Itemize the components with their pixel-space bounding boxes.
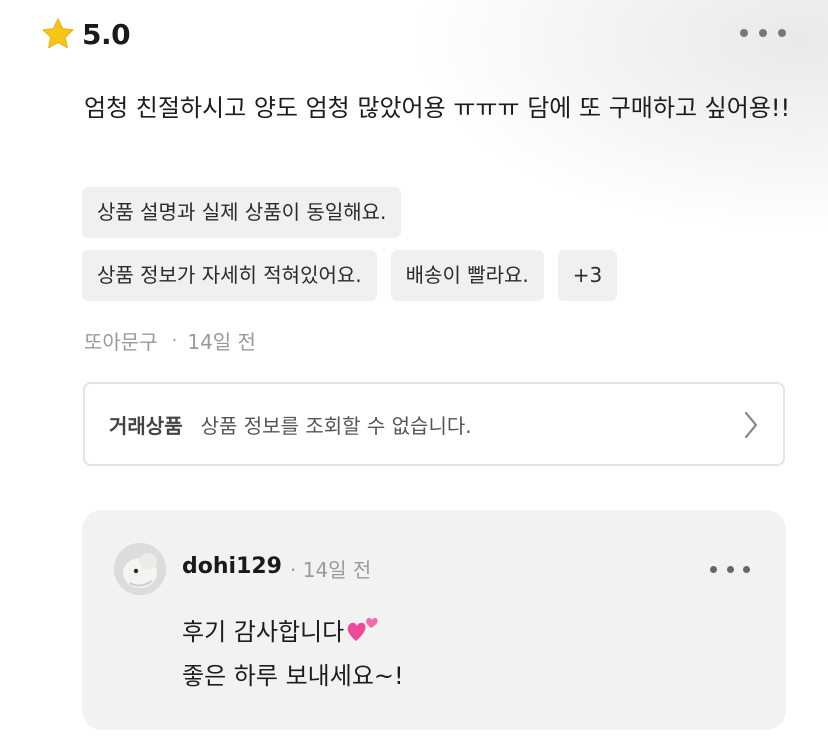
avatar[interactable] [114, 543, 166, 595]
reply-more-options-icon[interactable] [710, 562, 750, 576]
reply-username[interactable]: dohi129 [182, 554, 282, 579]
more-tags-button[interactable]: +3 [557, 250, 618, 301]
review-meta: 또아문구 · 14일 전 [84, 324, 256, 356]
review-tag: 상품 정보가 자세히 적혀있어요. [82, 250, 377, 301]
avatar-image [114, 543, 166, 595]
reply-time-text: 14일 전 [302, 558, 372, 582]
product-label: 거래상품 [109, 413, 183, 438]
reply-line-1: 후기 감사합니다 [182, 610, 404, 654]
review-tags-row-2: 상품 정보가 자세히 적혀있어요. 배송이 빨라요. +3 [82, 250, 618, 301]
review-text: 엄청 친절하시고 양도 엄청 많았어용 ㅠㅠㅠ 담에 또 구매하고 싶어용!! [84, 94, 791, 122]
review-time: 14일 전 [187, 329, 256, 354]
star-icon [42, 18, 74, 49]
review-tags-row-1: 상품 설명과 실제 상품이 동일해요. [82, 187, 402, 238]
reply-line-2: 좋은 하루 보내세요~! [182, 662, 404, 690]
review-tag: 상품 설명과 실제 상품이 동일해요. [82, 187, 402, 238]
chevron-right-icon [744, 411, 758, 439]
review-page: 5.0 엄청 친절하시고 양도 엄청 많았어용 ㅠㅠㅠ 담에 또 구매하고 싶어… [0, 0, 828, 750]
product-info-box[interactable]: 거래상품 상품 정보를 조회할 수 없습니다. [83, 382, 785, 466]
more-options-icon[interactable] [740, 24, 786, 42]
seller-reply-card: dohi129 · 14일 전 후기 감사합니다 좋은 하루 보내세요~! [82, 510, 786, 730]
separator-dot: · [171, 329, 178, 351]
review-author[interactable]: 또아문구 [84, 326, 158, 355]
review-tag: 배송이 빨라요. [390, 250, 544, 301]
rating-value: 5.0 [82, 17, 131, 51]
product-description: 상품 정보를 조회할 수 없습니다. [200, 413, 472, 438]
rating: 5.0 [40, 14, 131, 54]
reply-text: 후기 감사합니다 좋은 하루 보내세요~! [182, 610, 404, 698]
two-hearts-icon [347, 617, 378, 641]
reply-time: · 14일 전 [290, 558, 372, 582]
